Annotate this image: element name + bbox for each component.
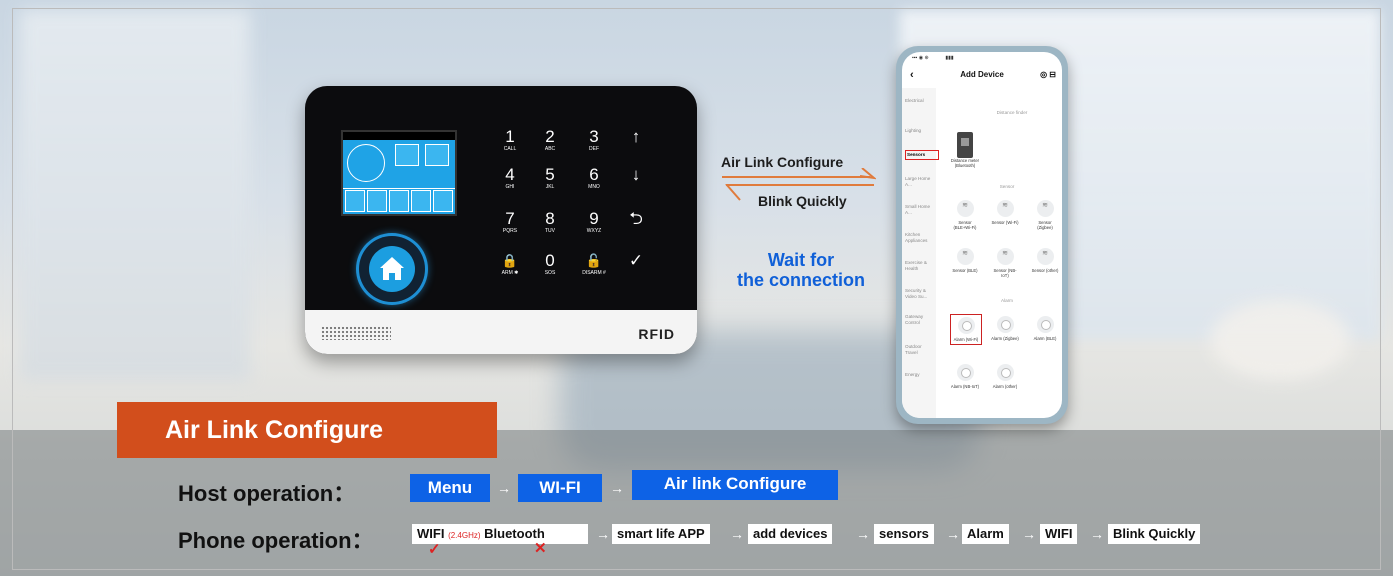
keypad-key: ↓ xyxy=(631,165,641,184)
keypad-key: 0 SOS xyxy=(544,251,556,277)
category-item[interactable]: Energy xyxy=(905,372,935,378)
home-button xyxy=(359,236,425,302)
device-alarm[interactable]: Alarm (BLE) xyxy=(1030,316,1060,341)
category-item[interactable]: Security & Video Su... xyxy=(905,288,935,299)
step-add-devices: add devices xyxy=(748,524,833,544)
device-distance-meter[interactable]: Distance meter (Bluetooth) xyxy=(950,158,980,168)
distance-meter-icon xyxy=(957,132,973,158)
arrow-to-panel xyxy=(726,184,874,186)
keypad-key: 5 JKL xyxy=(545,165,555,191)
phone-screen: ▪▪▪ ◉ ⊕ ▮▮▮ ‹ Add Device ◎ ⊟ Electrical … xyxy=(902,52,1062,418)
category-item[interactable]: Small Home A... xyxy=(905,204,935,215)
device-alarm-wifi[interactable]: Alarm (Wi-Fi) xyxy=(950,314,982,345)
panel-bottom-bezel: RFID xyxy=(305,310,697,354)
step-wifi: WI-FI xyxy=(518,474,602,502)
sensor-section-label: Sensor xyxy=(999,184,1015,189)
category-item[interactable]: Outdoor Travel xyxy=(905,344,935,355)
category-item[interactable]: Gateway Control xyxy=(905,314,935,325)
device-sensor[interactable]: Sensor (NB-IoT) xyxy=(990,248,1020,278)
arrow-icon: → xyxy=(1022,526,1036,542)
scan-icon[interactable]: ◎ ⊟ xyxy=(1040,64,1056,86)
step-wifi-phone: WIFI xyxy=(1040,524,1078,544)
keypad-key: 3 DEF xyxy=(589,127,599,153)
device-sensor[interactable]: Sensor (Wi-Fi) xyxy=(990,200,1020,225)
lcd-menu-icon xyxy=(411,190,431,212)
keypad-key: 9 WXYZ xyxy=(586,209,602,235)
device-sensor[interactable]: Sensor (other) xyxy=(1030,248,1060,273)
cross-mark-icon: ✕ xyxy=(534,540,547,557)
step-menu: Menu xyxy=(410,474,490,502)
keypad-key: 4 GHI xyxy=(505,165,515,191)
check-mark-icon: ✓ xyxy=(428,541,441,558)
lcd-menu-icon xyxy=(345,190,365,212)
keypad-key: 8 TUV xyxy=(545,209,555,235)
wait-message: Wait for the connection xyxy=(736,250,865,290)
step-alarm: Alarm xyxy=(962,524,1009,544)
step-smart-life-app: smart life APP xyxy=(612,524,710,544)
lcd-tile-icon xyxy=(425,144,449,166)
category-item[interactable]: Exercise & Health xyxy=(905,260,935,271)
lcd-menu-icon xyxy=(367,190,387,212)
lcd-clock-icon xyxy=(347,144,385,182)
lcd-tile-icon xyxy=(395,144,419,166)
screen-title: Add Device xyxy=(960,70,1004,79)
home-icon xyxy=(380,257,404,280)
banner: 1 CALL 2 ABC 3 DEF ↑ 4 GHI 5 JKL 6 MNO ↓ 7 PQRS… xyxy=(0,0,1393,576)
device-sensor[interactable]: Sensor (BLE+Wi-Fi) xyxy=(950,200,980,230)
background-lamp xyxy=(1210,300,1350,380)
device-sensor[interactable]: Sensor (BLE) xyxy=(950,248,980,273)
back-icon[interactable]: ‹ xyxy=(910,64,914,86)
air-link-caption: Air Link Configure xyxy=(721,154,844,170)
keypad-key: 🔓 DISARM # xyxy=(582,253,606,276)
arrow-icon: → xyxy=(730,526,744,542)
background-window-left xyxy=(20,10,250,380)
keypad-key: 1 CALL xyxy=(503,127,517,153)
lcd-menu-icon xyxy=(389,190,409,212)
phone-status-bar: ▪▪▪ ◉ ⊕ ▮▮▮ xyxy=(912,55,954,61)
smartphone: ▪▪▪ ◉ ⊕ ▮▮▮ ‹ Add Device ◎ ⊟ Electrical … xyxy=(896,46,1068,424)
device-sensor[interactable]: Sensor (Zigbee) xyxy=(1030,200,1060,230)
keypad-key: ✓ xyxy=(628,251,644,270)
lcd-status-bar xyxy=(343,132,455,140)
category-item-sensors[interactable]: Sensors xyxy=(905,150,939,160)
keypad-key: 2 ABC xyxy=(544,127,556,153)
blink-quickly-caption: Blink Quickly xyxy=(758,193,847,209)
lcd-divider xyxy=(343,188,455,189)
phone-operation-label: Phone operation： xyxy=(178,528,374,553)
category-item[interactable]: Kitchen Appliances xyxy=(905,232,935,243)
rfid-label: RFID xyxy=(638,326,675,342)
lcd-menu-icon xyxy=(433,190,453,212)
distance-section-label: Distance finder xyxy=(996,110,1028,115)
keypad-key: 🔒 ARM ✱ xyxy=(501,253,519,276)
arrow-icon: → xyxy=(1090,526,1104,542)
arrow-head-left-icon xyxy=(725,184,741,201)
keypad-key: ⮌ xyxy=(629,209,643,228)
step-air-link-configure: Air link Configure xyxy=(632,470,838,500)
arrow-icon: → xyxy=(596,526,610,542)
keypad-key: 7 PQRS xyxy=(502,209,518,235)
arrow-icon: → xyxy=(497,480,511,496)
keypad-key: ↑ xyxy=(631,127,641,146)
category-item[interactable]: Large Home A... xyxy=(905,176,935,187)
device-alarm[interactable]: Alarm (other) xyxy=(990,364,1020,389)
add-device-header: ‹ Add Device ◎ ⊟ xyxy=(902,64,1062,86)
step-sensors: sensors xyxy=(874,524,934,544)
arrow-to-phone xyxy=(722,176,870,178)
section-title: Air Link Configure xyxy=(117,402,497,458)
arrow-icon: → xyxy=(856,526,870,542)
keypad-key: 6 MNO xyxy=(588,165,600,191)
device-alarm[interactable]: Alarm (Zigbee) xyxy=(990,316,1020,341)
alarm-host-panel: 1 CALL 2 ABC 3 DEF ↑ 4 GHI 5 JKL 6 MNO ↓ 7 PQRS… xyxy=(305,86,697,354)
arrow-icon: → xyxy=(946,526,960,542)
category-sidebar: Electrical Lighting Sensors Large Home A… xyxy=(902,88,939,418)
step-blink-quickly: Blink Quickly xyxy=(1108,524,1201,544)
category-item[interactable]: Electrical xyxy=(905,98,935,104)
device-alarm[interactable]: Alarm (NB-IoT) xyxy=(950,364,980,389)
alarm-section-label: Alarm xyxy=(1001,298,1013,303)
host-operation-label: Host operation： xyxy=(178,481,356,506)
panel-lcd-screen xyxy=(341,130,457,216)
speaker-grille xyxy=(321,326,391,340)
arrow-icon: → xyxy=(610,480,624,496)
category-item[interactable]: Lighting xyxy=(905,128,935,134)
